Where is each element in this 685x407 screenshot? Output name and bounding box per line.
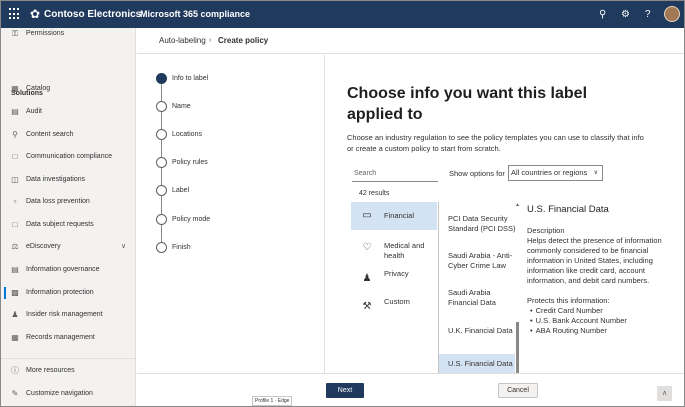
brand-name[interactable]: Contoso Electronics: [44, 8, 141, 21]
bell-icon[interactable]: ⚲: [599, 8, 606, 21]
protection-icon: ▩: [11, 288, 19, 297]
page-description: Choose an industry regulation to see the…: [347, 133, 644, 153]
records-icon: ▦: [11, 333, 19, 342]
chat-icon: □: [12, 152, 18, 161]
catalog-icon: ▦: [11, 84, 19, 93]
scroll-up-button[interactable]: ∧: [657, 386, 672, 401]
template-list: PCI Data Security Standard (PCI DSS) Sau…: [438, 202, 517, 373]
nav-item-information-protection[interactable]: ▩ Information protection: [1, 283, 135, 303]
step-indicator: [156, 157, 167, 168]
key-icon: ⚿: [11, 29, 19, 38]
main-panel: Choose info you want this label applied …: [326, 55, 684, 373]
scroll-thumb[interactable]: [516, 322, 519, 373]
pencil-icon: ✎: [11, 389, 19, 398]
nav-item-catalog[interactable]: ▦ Catalog: [1, 79, 135, 99]
scroll-up-arrow-icon[interactable]: ▲: [515, 202, 520, 208]
step-indicator: [156, 101, 167, 112]
list-item: Credit Card Number: [535, 306, 677, 316]
search-icon: ⚲: [12, 130, 18, 139]
person-key-icon: ♟: [362, 273, 372, 284]
region-dropdown-value: All countries or regions: [511, 168, 588, 177]
person-risk-icon: ♟: [11, 310, 19, 319]
nav-item-data-loss-prevention[interactable]: ▫ Data loss prevention: [1, 192, 135, 212]
template-us-financial-data[interactable]: U.S. Financial Data: [439, 354, 517, 373]
avatar[interactable]: [664, 6, 680, 22]
wizard-steps: Info to label Name Locations Policy rule…: [137, 55, 325, 373]
template-details: U.S. Financial Data Description Helps de…: [527, 204, 677, 336]
left-nav: ⚿ Permissions Solutions ▦ Catalog ▤ Audi…: [1, 28, 136, 406]
investigation-icon: ◫: [11, 175, 19, 184]
nav-item-ediscovery[interactable]: ⚖ eDiscovery ∨: [1, 237, 135, 257]
nav-item-permissions[interactable]: ⚿ Permissions: [1, 24, 135, 44]
cancel-button[interactable]: Cancel: [498, 383, 538, 398]
template-uk-financial-data[interactable]: U.K. Financial Data: [439, 326, 517, 336]
archive-icon: ▤: [11, 265, 19, 274]
nav-item-data-investigations[interactable]: ◫ Data investigations: [1, 170, 135, 190]
breadcrumb-separator: ›: [209, 37, 212, 44]
help-icon[interactable]: ?: [645, 8, 651, 21]
wizard-footer: Next Cancel Profile 1 · Edge ∧: [137, 373, 684, 406]
gear-icon[interactable]: ⚙: [621, 8, 630, 21]
wrench-icon: ⚒: [362, 301, 372, 312]
template-pci-dss[interactable]: PCI Data Security Standard (PCI DSS): [439, 214, 517, 234]
breadcrumb-auto-labeling[interactable]: Auto-labeling: [159, 28, 206, 54]
step-indicator: [156, 129, 167, 140]
results-count: 42 results: [359, 190, 390, 197]
category-custom[interactable]: ⚒ Custom: [351, 293, 437, 321]
step-indicator: [156, 185, 167, 196]
profile-tag: Profile 1 · Edge: [252, 396, 293, 406]
details-description: Helps detect the presence of information…: [527, 236, 662, 285]
category-privacy[interactable]: ♟ Privacy: [351, 265, 437, 293]
contoso-logo-icon: ✿: [30, 7, 41, 21]
nav-item-audit[interactable]: ▤ Audit: [1, 102, 135, 122]
chevron-down-icon: ∨: [593, 170, 598, 176]
template-saudi-anti-cyber-crime[interactable]: Saudi Arabia - Anti-Cyber Crime Law: [439, 251, 517, 271]
app-name[interactable]: Microsoft 365 compliance: [140, 8, 250, 21]
next-button[interactable]: Next: [326, 383, 364, 398]
chevron-down-icon[interactable]: ∨: [121, 237, 126, 257]
info-icon: ⓘ: [11, 366, 19, 375]
breadcrumb-current: Create policy: [218, 36, 269, 45]
details-protects-list: Credit Card Number U.S. Bank Account Num…: [527, 306, 677, 336]
category-medical-and-health[interactable]: ♡ Medical and health: [351, 237, 437, 267]
page-title: Choose info you want this label applied …: [347, 85, 588, 123]
list-item: ABA Routing Number: [535, 326, 677, 336]
category-label: Medical and health: [384, 241, 425, 260]
ediscovery-icon: ⚖: [11, 242, 19, 251]
list-item: U.S. Bank Account Number: [535, 316, 677, 326]
template-list-scrollbar[interactable]: ▲: [515, 202, 520, 373]
category-financial[interactable]: ▭ Financial: [351, 202, 437, 230]
nav-item-records-management[interactable]: ▦ Records management: [1, 328, 135, 348]
waffle-icon[interactable]: [9, 8, 21, 20]
document-icon: □: [12, 220, 18, 229]
breadcrumb: Auto-labeling › Create policy: [137, 28, 684, 54]
card-icon: ▭: [362, 210, 372, 221]
app-window: ✿ Contoso Electronics Microsoft 365 comp…: [0, 0, 685, 407]
nav-item-content-search[interactable]: ⚲ Content search: [1, 125, 135, 145]
chevron-up-icon: ∧: [661, 390, 668, 397]
nav-item-information-governance[interactable]: ▤ Information governance: [1, 260, 135, 280]
heart-icon: ♡: [362, 242, 372, 253]
region-dropdown[interactable]: All countries or regions ∨: [508, 165, 603, 181]
template-saudi-financial-data[interactable]: Saudi Arabia Financial Data: [439, 288, 517, 308]
details-title: U.S. Financial Data: [527, 204, 609, 215]
details-description-heading: Description: [527, 226, 565, 235]
nav-item-insider-risk-management[interactable]: ♟ Insider risk management: [1, 305, 135, 325]
search-input[interactable]: Search: [352, 166, 438, 182]
step-indicator: [156, 73, 167, 84]
step-indicator: [156, 214, 167, 225]
step-indicator: [156, 242, 167, 253]
nav-item-customize-navigation[interactable]: ✎ Customize navigation: [1, 384, 135, 404]
nav-divider: [1, 358, 135, 359]
nav-item-communication-compliance[interactable]: □ Communication compliance: [1, 147, 135, 167]
nav-item-more-resources[interactable]: ⓘ More resources: [1, 361, 135, 381]
audit-icon: ▤: [11, 107, 19, 116]
shield-icon: ▫: [13, 197, 17, 206]
nav-item-data-subject-requests[interactable]: □ Data subject requests: [1, 215, 135, 235]
show-options-label: Show options for: [449, 169, 505, 178]
details-protects-heading: Protects this information:: [527, 296, 610, 305]
